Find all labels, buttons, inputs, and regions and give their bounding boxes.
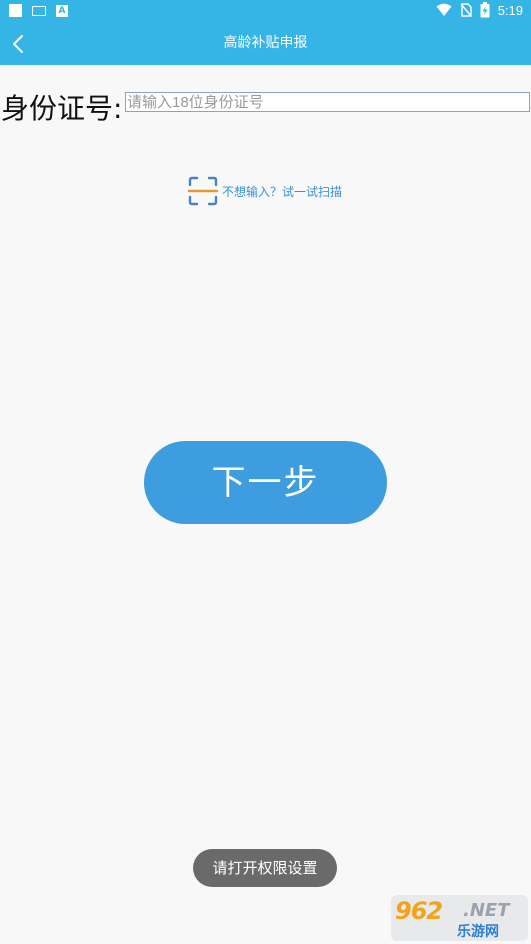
- watermark-number: 962: [395, 897, 443, 925]
- scan-link[interactable]: 不想输入？试一试扫描: [187, 175, 342, 207]
- battery-charging-icon: [480, 2, 490, 18]
- watermark-subtitle: 乐游网: [457, 924, 499, 940]
- scan-text[interactable]: 不想输入？试一试扫描: [222, 183, 342, 200]
- status-bar: A 5:19: [0, 0, 531, 22]
- wifi-icon: [436, 3, 452, 16]
- square-notification-icon: [9, 4, 22, 17]
- next-step-button[interactable]: 下一步: [144, 441, 387, 524]
- status-notifications: A: [9, 4, 68, 17]
- app-bar: 高龄补贴申报: [0, 22, 531, 65]
- id-number-input[interactable]: [125, 92, 530, 112]
- scan-icon[interactable]: [187, 175, 219, 207]
- permission-toast: 请打开权限设置: [193, 849, 337, 887]
- watermark-logo: 962 .NET 乐游网: [391, 895, 528, 941]
- a-notification-icon: A: [56, 4, 68, 17]
- no-sim-icon: [460, 3, 472, 17]
- status-time: 5:19: [497, 2, 523, 18]
- page-title: 高龄补贴申报: [223, 35, 308, 51]
- id-number-label: 身份证号:: [1, 92, 123, 125]
- status-system: 5:19: [436, 2, 523, 18]
- keyboard-icon: [32, 5, 46, 16]
- watermark-suffix: .NET: [463, 900, 510, 921]
